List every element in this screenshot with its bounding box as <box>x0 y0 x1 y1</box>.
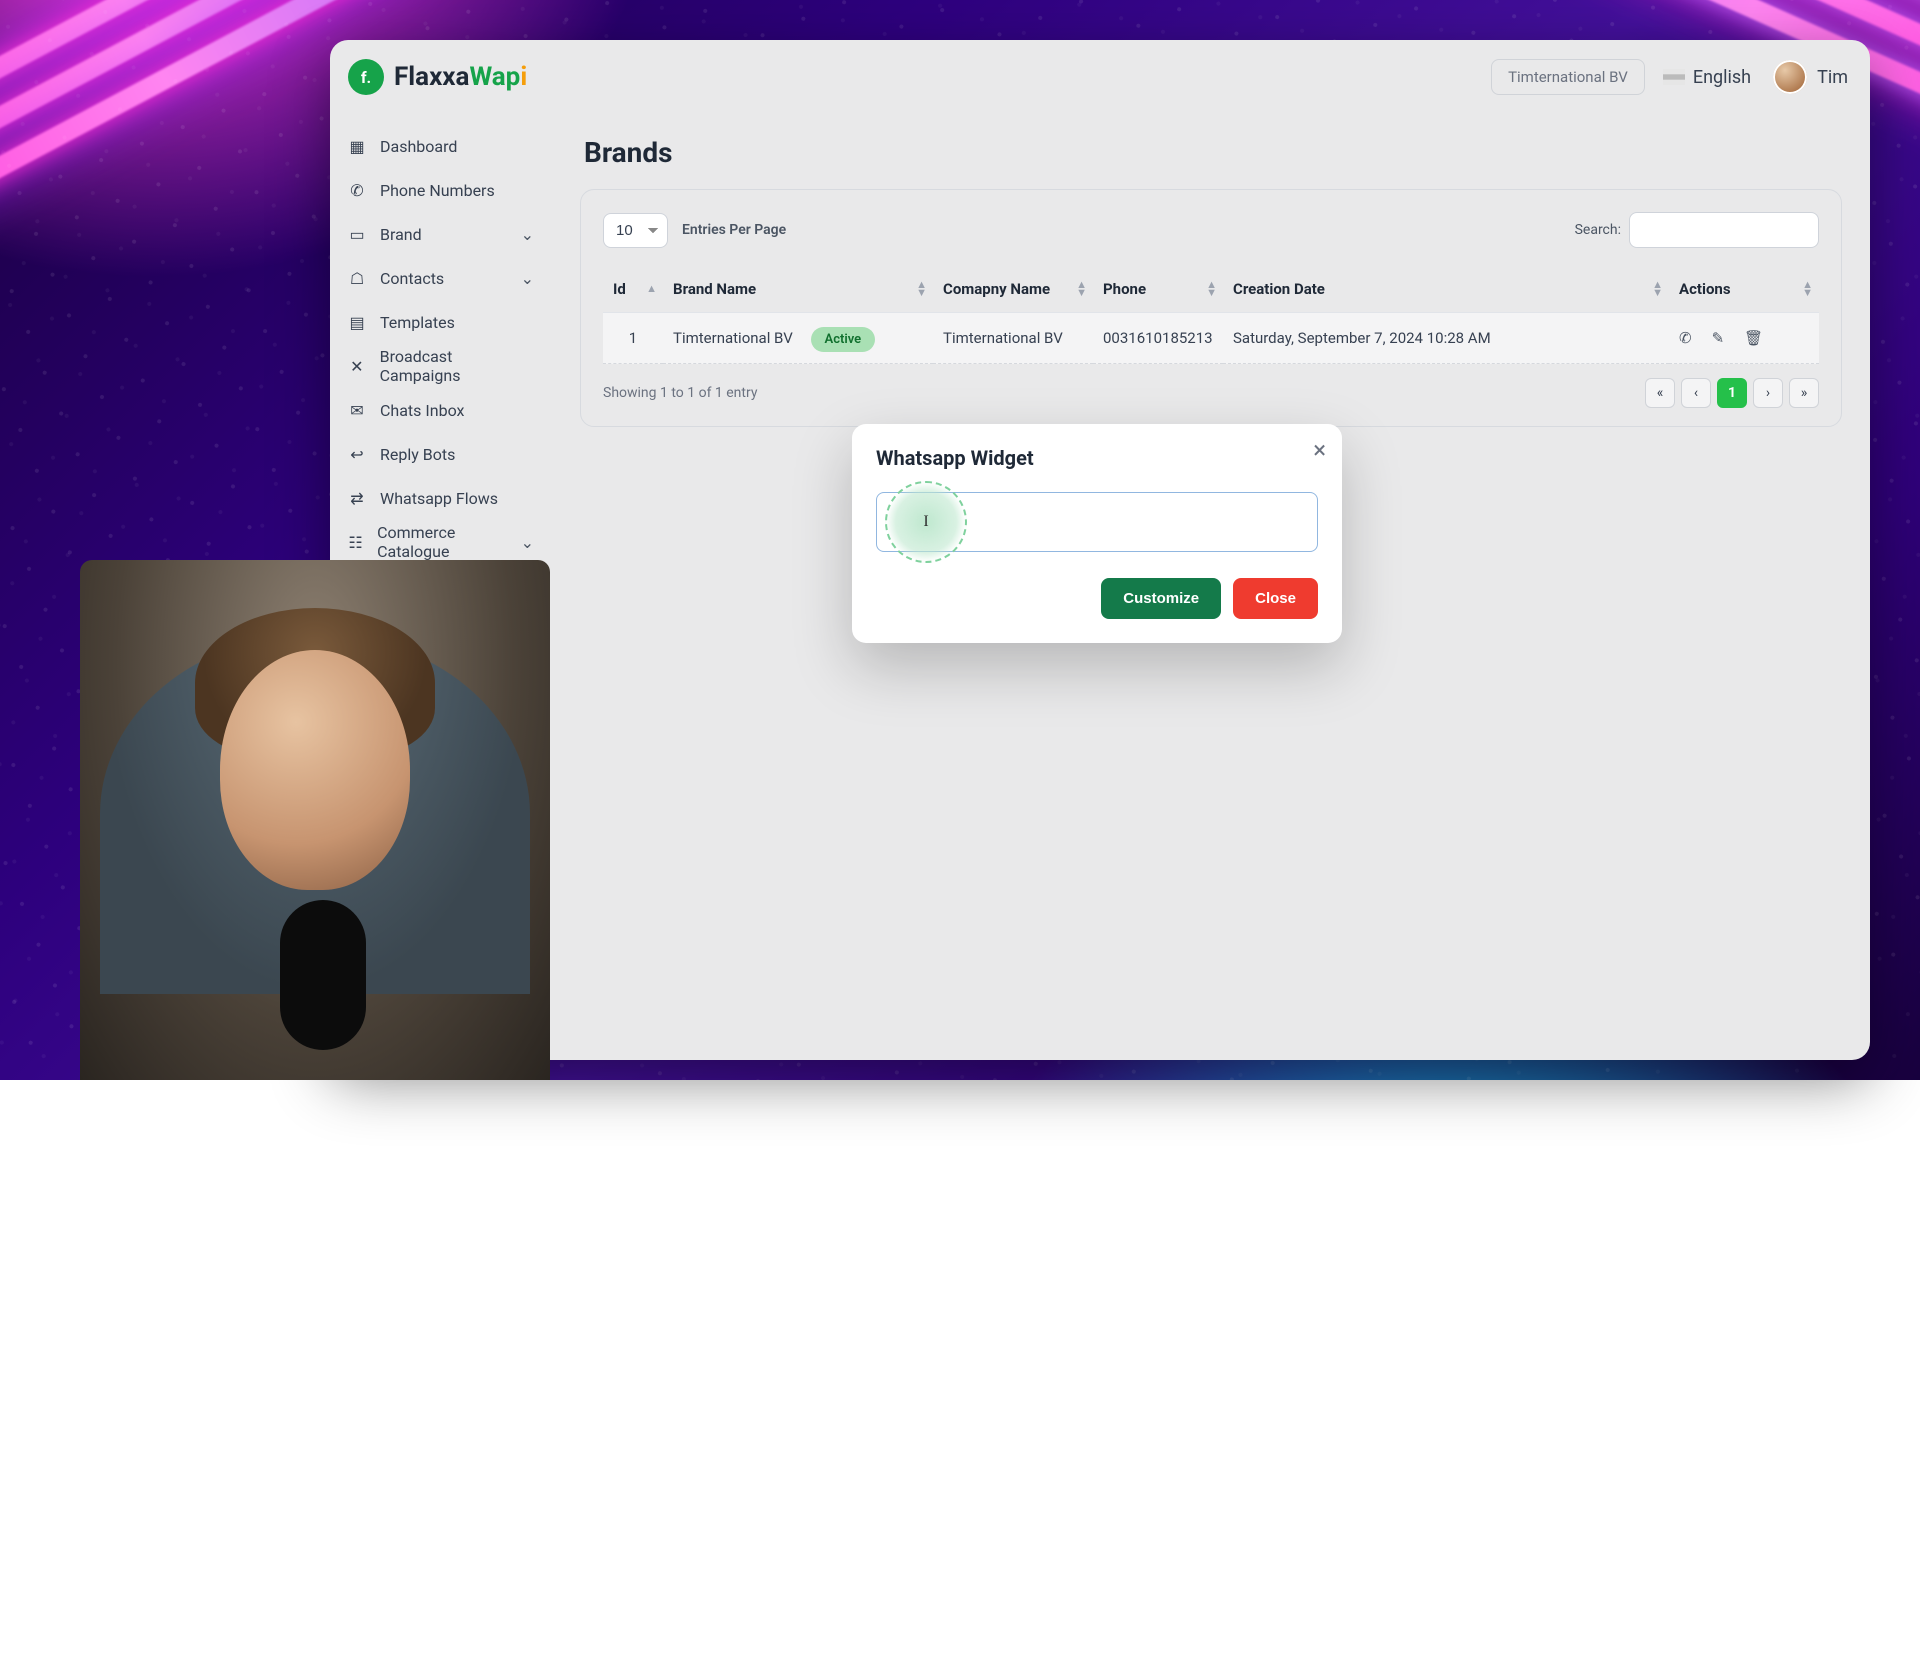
sidebar-item-contacts[interactable]: ☖ Contacts ⌄ <box>330 256 552 300</box>
search-label: Search: <box>1575 222 1621 238</box>
microphone-icon <box>280 900 366 1050</box>
sidebar-item-label: Dashboard <box>380 137 457 156</box>
sidebar-item-label: Broadcast Campaigns <box>380 347 534 385</box>
webcam-overlay <box>80 560 550 1080</box>
entries-per-page-select[interactable]: 10 <box>603 213 668 248</box>
tag-icon: ▭ <box>348 225 366 244</box>
sort-icon: ▲▼ <box>1652 281 1663 297</box>
cell-actions: ✆ ✎ 🗑 <box>1669 313 1819 364</box>
sidebar-item-flows[interactable]: ⇄ Whatsapp Flows <box>330 476 552 520</box>
pager-next[interactable]: › <box>1753 378 1783 408</box>
sort-icon: ▲▼ <box>1802 281 1813 297</box>
table-row: 1 Timternational BV Active Timternationa… <box>603 313 1819 364</box>
broadcast-icon: ✕ <box>348 357 366 376</box>
sort-asc-icon: ▲ <box>646 285 657 293</box>
col-id[interactable]: Id▲ <box>603 266 663 313</box>
customize-button[interactable]: Customize <box>1101 578 1221 619</box>
chat-icon: ✉ <box>348 401 366 420</box>
logo-text: FlaxxaWapi <box>394 62 527 92</box>
sidebar-item-phone-numbers[interactable]: ✆ Phone Numbers <box>330 168 552 212</box>
language-label: English <box>1693 67 1751 88</box>
whatsapp-icon[interactable]: ✆ <box>1679 329 1692 347</box>
sidebar-item-label: Phone Numbers <box>380 181 495 200</box>
flag-icon <box>1663 69 1685 85</box>
grid-icon: ▦ <box>348 137 366 156</box>
sidebar-item-label: Commerce Catalogue <box>377 523 507 561</box>
col-phone[interactable]: Phone▲▼ <box>1093 266 1223 313</box>
cell-phone: 0031610185213 <box>1093 313 1223 364</box>
app-logo[interactable]: f. FlaxxaWapi <box>348 59 527 95</box>
cell-company: Timternational BV <box>933 313 1093 364</box>
pager-last[interactable]: » <box>1789 378 1819 408</box>
chevron-down-icon: ⌄ <box>521 225 534 244</box>
delete-icon[interactable]: 🗑 <box>1744 329 1763 347</box>
avatar <box>1773 60 1807 94</box>
chevron-down-icon: ⌄ <box>521 533 534 552</box>
sidebar-item-label: Chats Inbox <box>380 401 464 420</box>
search-input[interactable] <box>1629 212 1819 248</box>
catalogue-icon: ☷ <box>348 533 363 552</box>
sort-icon: ▲▼ <box>1206 281 1217 297</box>
page-title: Brands <box>584 136 1842 169</box>
reply-icon: ↩ <box>348 445 366 464</box>
sidebar-item-templates[interactable]: ▤ Templates <box>330 300 552 344</box>
brands-card: 10 Entries Per Page Search: Id▲ <box>580 189 1842 427</box>
sidebar-item-broadcast[interactable]: ✕ Broadcast Campaigns <box>330 344 552 388</box>
whatsapp-widget-modal: Whatsapp Widget × I Customize Close <box>852 424 1342 643</box>
contacts-icon: ☖ <box>348 269 366 288</box>
sidebar-item-label: Templates <box>380 313 455 332</box>
logo-mark-icon: f. <box>348 59 384 95</box>
sidebar-item-chats[interactable]: ✉ Chats Inbox <box>330 388 552 432</box>
user-menu[interactable]: Tim <box>1773 60 1848 94</box>
sort-icon: ▲▼ <box>916 281 927 297</box>
sidebar-item-dashboard[interactable]: ▦ Dashboard <box>330 124 552 168</box>
sidebar-item-commerce[interactable]: ☷ Commerce Catalogue ⌄ <box>330 520 552 564</box>
entries-per-page-label: Entries Per Page <box>682 222 786 238</box>
widget-code-input[interactable] <box>876 492 1318 552</box>
cell-id: 1 <box>603 313 663 364</box>
col-company[interactable]: Comapny Name▲▼ <box>933 266 1093 313</box>
cell-brand: Timternational BV Active <box>663 313 933 364</box>
col-created[interactable]: Creation Date▲▼ <box>1223 266 1669 313</box>
sidebar-item-label: Contacts <box>380 269 444 288</box>
col-actions: Actions▲▼ <box>1669 266 1819 313</box>
edit-icon[interactable]: ✎ <box>1712 329 1725 347</box>
sort-icon: ▲▼ <box>1076 281 1087 297</box>
sidebar-item-label: Brand <box>380 225 422 244</box>
language-selector[interactable]: English <box>1663 67 1751 88</box>
pager-first[interactable]: « <box>1645 378 1675 408</box>
brands-table: Id▲ Brand Name▲▼ Comapny Name▲▼ Phone▲▼ <box>603 266 1819 364</box>
pager: « ‹ 1 › » <box>1645 378 1819 408</box>
chevron-down-icon: ⌄ <box>521 269 534 288</box>
account-selector[interactable]: Timternational BV <box>1491 59 1645 95</box>
cell-created: Saturday, September 7, 2024 10:28 AM <box>1223 313 1669 364</box>
sidebar-item-brand[interactable]: ▭ Brand ⌄ <box>330 212 552 256</box>
app-window: f. FlaxxaWapi Timternational BV English … <box>330 40 1870 1060</box>
sidebar-item-label: Whatsapp Flows <box>380 489 498 508</box>
sidebar-item-reply-bots[interactable]: ↩ Reply Bots <box>330 432 552 476</box>
sidebar-item-label: Reply Bots <box>380 445 455 464</box>
pager-prev[interactable]: ‹ <box>1681 378 1711 408</box>
status-badge: Active <box>811 327 876 352</box>
pager-page-1[interactable]: 1 <box>1717 378 1747 408</box>
flow-icon: ⇄ <box>348 489 366 508</box>
modal-title: Whatsapp Widget <box>876 446 1318 470</box>
topbar: f. FlaxxaWapi Timternational BV English … <box>330 40 1870 114</box>
col-brand[interactable]: Brand Name▲▼ <box>663 266 933 313</box>
template-icon: ▤ <box>348 313 366 332</box>
close-button[interactable]: Close <box>1233 578 1318 619</box>
showing-text: Showing 1 to 1 of 1 entry <box>603 385 757 401</box>
phone-icon: ✆ <box>348 181 366 200</box>
close-icon[interactable]: × <box>1313 438 1326 462</box>
username: Tim <box>1817 67 1848 88</box>
